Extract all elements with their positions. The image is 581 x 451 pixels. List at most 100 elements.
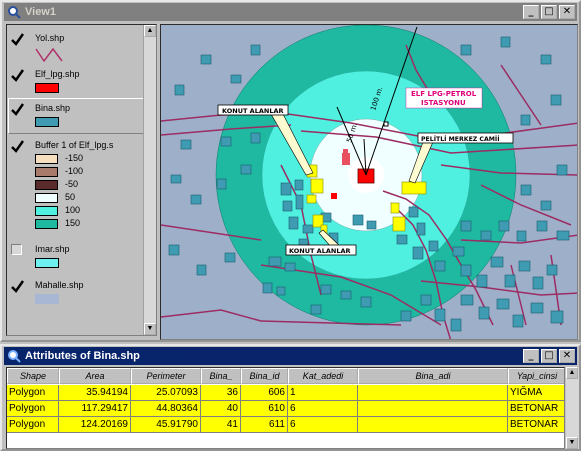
legend-layer-elf-lpg[interactable]: Elf_lpg.shp bbox=[7, 67, 145, 97]
table-scrollbar[interactable]: ▲ ▼ bbox=[566, 367, 579, 449]
legend-layer-bina[interactable]: Bina.shp bbox=[7, 101, 145, 133]
scroll-up-arrow[interactable]: ▲ bbox=[144, 25, 156, 37]
scroll-up-arrow[interactable]: ▲ bbox=[566, 367, 578, 379]
column-header-bina-adi[interactable]: Bina_adi bbox=[358, 368, 508, 384]
maximize-button[interactable]: □ bbox=[541, 349, 557, 363]
legend-layer-name: Bina.shp bbox=[35, 103, 71, 113]
column-header-perimeter[interactable]: Perimeter bbox=[131, 368, 201, 384]
column-header-shape[interactable]: Shape bbox=[7, 368, 59, 384]
arcview-icon bbox=[7, 5, 21, 19]
cell-area: 35.94194 bbox=[59, 385, 131, 401]
cell-kat-adedi: 1 bbox=[288, 385, 358, 401]
map-label-konut-top: KONUT ALANLAR bbox=[222, 107, 284, 115]
line-symbol-icon bbox=[35, 47, 63, 63]
class-label: 50 bbox=[65, 192, 76, 202]
class-swatch bbox=[35, 167, 58, 177]
map-view[interactable]: 100 m. 50 m. KONUT ALANLAR KONUT ALANLAR… bbox=[160, 24, 578, 340]
legend-layer-buffer[interactable]: Buffer 1 of Elf_lpg.s -150 -100 -50 50 1… bbox=[7, 138, 145, 238]
cell-perimeter: 45.91790 bbox=[131, 417, 201, 433]
legend-layer-name: Yol.shp bbox=[35, 33, 65, 43]
checkbox-checked-icon[interactable] bbox=[11, 33, 24, 46]
legend-panel: Yol.shp Elf_lpg.shp Bina.shp Buffer 1 of… bbox=[6, 24, 157, 336]
fill-symbol bbox=[35, 294, 59, 304]
cell-bina-id: 610 bbox=[241, 401, 288, 417]
class-swatch bbox=[35, 219, 58, 229]
fill-symbol bbox=[35, 83, 59, 93]
fill-symbol bbox=[35, 258, 59, 268]
map-label-konut-bottom: KONUT ALANLAR bbox=[289, 247, 351, 255]
scroll-down-arrow[interactable]: ▼ bbox=[566, 437, 578, 449]
map-canvas[interactable]: 100 m. 50 m. KONUT ALANLAR KONUT ALANLAR… bbox=[161, 25, 578, 340]
cell-shape: Polygon bbox=[7, 385, 59, 401]
view-titlebar[interactable]: View1 _ □ ✕ bbox=[4, 3, 577, 21]
legend-scrollbar[interactable]: ▲ ▼ bbox=[143, 25, 156, 335]
tick-marker bbox=[383, 121, 389, 127]
class-swatch bbox=[35, 193, 58, 203]
class-swatch bbox=[35, 154, 58, 164]
scroll-down-arrow[interactable]: ▼ bbox=[144, 323, 156, 335]
cell-area: 124.20169 bbox=[59, 417, 131, 433]
arcview-icon bbox=[7, 349, 21, 363]
class-label: -150 bbox=[65, 153, 84, 163]
checkbox-unchecked-icon[interactable] bbox=[11, 244, 22, 255]
cell-yapi-cinsi: YIĞMA bbox=[508, 385, 564, 401]
maximize-button[interactable]: □ bbox=[541, 5, 557, 19]
legend-layer-mahalle[interactable]: Mahalle.shp bbox=[7, 278, 145, 308]
cell-bina-adi bbox=[358, 417, 508, 433]
minimize-button[interactable]: _ bbox=[523, 5, 539, 19]
cell-bina-adi bbox=[358, 401, 508, 417]
map-label-pelitli: PELİTLİ MERKEZ CAMİİ bbox=[421, 134, 500, 143]
class-label: -100 bbox=[65, 166, 84, 176]
attributes-window: Attributes of Bina.shp _ □ ✕ Shape Area … bbox=[0, 344, 581, 451]
cell-bina: 40 bbox=[201, 401, 241, 417]
cell-perimeter: 44.80364 bbox=[131, 401, 201, 417]
small-red-building bbox=[331, 193, 337, 199]
column-header-bina-id[interactable]: Bina_id bbox=[241, 368, 288, 384]
cell-area: 117.29417 bbox=[59, 401, 131, 417]
class-swatch bbox=[35, 180, 58, 190]
attributes-titlebar[interactable]: Attributes of Bina.shp _ □ ✕ bbox=[4, 347, 577, 365]
class-label: 100 bbox=[65, 205, 81, 215]
cell-bina: 36 bbox=[201, 385, 241, 401]
column-header-area[interactable]: Area bbox=[59, 368, 131, 384]
close-button[interactable]: ✕ bbox=[559, 349, 575, 363]
view-window: View1 _ □ ✕ Yol.shp Elf_lpg.shp Bina.shp bbox=[0, 0, 581, 342]
cell-kat-adedi: 6 bbox=[288, 401, 358, 417]
cell-yapi-cinsi: BETONAR bbox=[508, 401, 564, 417]
table-row[interactable]: Polygon 124.20169 45.91790 41 611 6 BETO… bbox=[7, 417, 564, 433]
close-button[interactable]: ✕ bbox=[559, 5, 575, 19]
table-row[interactable]: Polygon 35.94194 25.07093 36 606 1 YIĞMA bbox=[7, 385, 564, 401]
checkbox-checked-icon[interactable] bbox=[11, 140, 24, 153]
legend-layer-name: Mahalle.shp bbox=[35, 280, 84, 290]
column-header-kat-adedi[interactable]: Kat_adedi bbox=[288, 368, 358, 384]
cell-bina-adi bbox=[358, 385, 508, 401]
cell-shape: Polygon bbox=[7, 401, 59, 417]
cell-bina-id: 611 bbox=[241, 417, 288, 433]
legend-layer-name: Buffer 1 of Elf_lpg.s bbox=[35, 140, 114, 150]
cell-bina-id: 606 bbox=[241, 385, 288, 401]
legend-layer-name: Elf_lpg.shp bbox=[35, 69, 80, 79]
legend-layer-imar[interactable]: Imar.shp bbox=[7, 242, 145, 272]
cell-yapi-cinsi: BETONAR bbox=[508, 417, 564, 433]
minimize-button[interactable]: _ bbox=[523, 349, 539, 363]
fill-symbol bbox=[35, 117, 59, 127]
class-swatch bbox=[35, 206, 58, 216]
cell-perimeter: 25.07093 bbox=[131, 385, 201, 401]
class-label: -50 bbox=[65, 179, 79, 189]
attributes-title: Attributes of Bina.shp bbox=[25, 350, 140, 362]
column-header-bina[interactable]: Bina_ bbox=[201, 368, 241, 384]
cell-bina: 41 bbox=[201, 417, 241, 433]
column-header-yapi-cinsi[interactable]: Yapi_cinsi bbox=[508, 368, 564, 384]
cell-kat-adedi: 6 bbox=[288, 417, 358, 433]
table-row[interactable]: Polygon 117.29417 44.80364 40 610 6 BETO… bbox=[7, 401, 564, 417]
class-label: 150 bbox=[65, 218, 81, 228]
cell-shape: Polygon bbox=[7, 417, 59, 433]
checkbox-checked-icon[interactable] bbox=[11, 103, 24, 116]
checkbox-checked-icon[interactable] bbox=[11, 280, 24, 293]
legend-layer-name: Imar.shp bbox=[35, 244, 70, 254]
attribute-table[interactable]: Shape Area Perimeter Bina_ Bina_id Kat_a… bbox=[6, 367, 565, 449]
checkbox-checked-icon[interactable] bbox=[11, 69, 24, 82]
legend-layer-yol[interactable]: Yol.shp bbox=[7, 31, 145, 71]
view-title: View1 bbox=[25, 6, 56, 18]
table-header: Shape Area Perimeter Bina_ Bina_id Kat_a… bbox=[7, 368, 564, 384]
